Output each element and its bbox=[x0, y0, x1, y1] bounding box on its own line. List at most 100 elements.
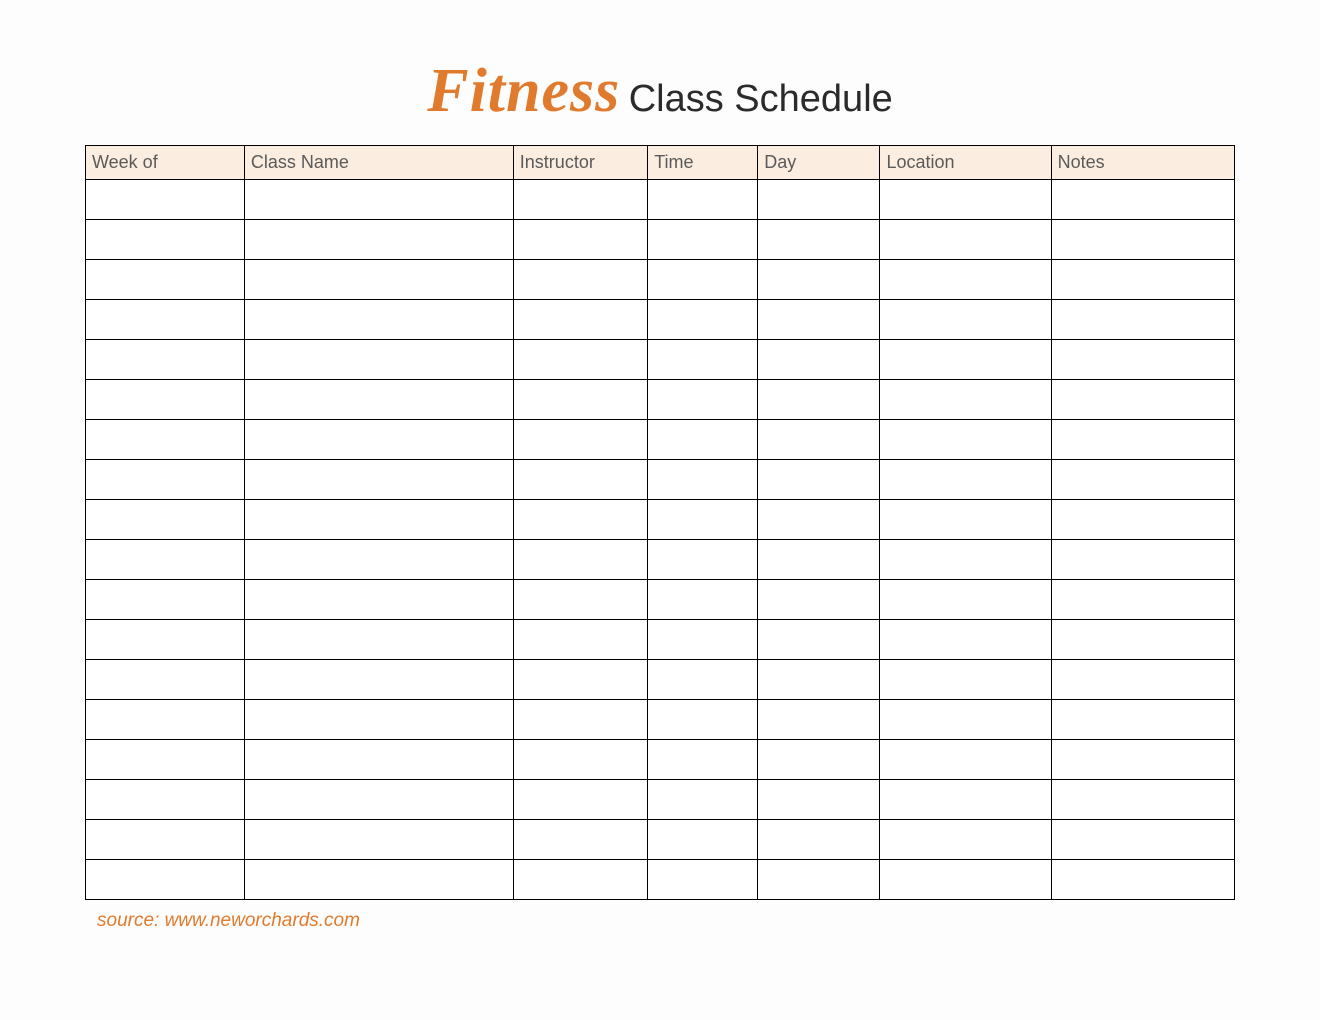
header-notes: Notes bbox=[1051, 146, 1234, 180]
title-accent: Fitness bbox=[427, 57, 620, 125]
cell-instructor bbox=[513, 700, 647, 740]
cell-location bbox=[880, 180, 1051, 220]
cell-class_name bbox=[244, 300, 513, 340]
cell-time bbox=[648, 780, 758, 820]
cell-location bbox=[880, 500, 1051, 540]
cell-day bbox=[758, 620, 880, 660]
cell-class_name bbox=[244, 780, 513, 820]
cell-week bbox=[86, 540, 245, 580]
cell-notes bbox=[1051, 380, 1234, 420]
cell-day bbox=[758, 540, 880, 580]
cell-week bbox=[86, 700, 245, 740]
table-row bbox=[86, 260, 1235, 300]
cell-location bbox=[880, 420, 1051, 460]
cell-day bbox=[758, 340, 880, 380]
cell-day bbox=[758, 740, 880, 780]
cell-class_name bbox=[244, 180, 513, 220]
cell-instructor bbox=[513, 780, 647, 820]
cell-notes bbox=[1051, 460, 1234, 500]
cell-week bbox=[86, 860, 245, 900]
schedule-table: Week of Class Name Instructor Time Day L… bbox=[85, 145, 1235, 900]
cell-day bbox=[758, 580, 880, 620]
cell-class_name bbox=[244, 620, 513, 660]
cell-instructor bbox=[513, 220, 647, 260]
cell-instructor bbox=[513, 420, 647, 460]
cell-day bbox=[758, 300, 880, 340]
cell-day bbox=[758, 180, 880, 220]
page-container: Fitness Class Schedule Week of Class Nam… bbox=[0, 0, 1320, 932]
cell-notes bbox=[1051, 500, 1234, 540]
header-time: Time bbox=[648, 146, 758, 180]
cell-time bbox=[648, 300, 758, 340]
cell-class_name bbox=[244, 260, 513, 300]
cell-notes bbox=[1051, 660, 1234, 700]
cell-time bbox=[648, 700, 758, 740]
cell-location bbox=[880, 780, 1051, 820]
cell-week bbox=[86, 420, 245, 460]
cell-location bbox=[880, 540, 1051, 580]
cell-location bbox=[880, 700, 1051, 740]
cell-week bbox=[86, 300, 245, 340]
cell-instructor bbox=[513, 740, 647, 780]
cell-class_name bbox=[244, 740, 513, 780]
cell-notes bbox=[1051, 180, 1234, 220]
cell-location bbox=[880, 220, 1051, 260]
cell-time bbox=[648, 540, 758, 580]
cell-instructor bbox=[513, 820, 647, 860]
cell-instructor bbox=[513, 180, 647, 220]
cell-time bbox=[648, 340, 758, 380]
cell-notes bbox=[1051, 580, 1234, 620]
cell-class_name bbox=[244, 220, 513, 260]
table-row bbox=[86, 460, 1235, 500]
cell-class_name bbox=[244, 860, 513, 900]
cell-notes bbox=[1051, 540, 1234, 580]
table-row bbox=[86, 300, 1235, 340]
cell-time bbox=[648, 660, 758, 700]
table-row bbox=[86, 540, 1235, 580]
cell-day bbox=[758, 780, 880, 820]
cell-day bbox=[758, 820, 880, 860]
source-text: source: www.neworchards.com bbox=[97, 910, 1235, 932]
table-row bbox=[86, 220, 1235, 260]
cell-week bbox=[86, 660, 245, 700]
cell-class_name bbox=[244, 660, 513, 700]
cell-class_name bbox=[244, 500, 513, 540]
cell-instructor bbox=[513, 300, 647, 340]
cell-time bbox=[648, 260, 758, 300]
cell-location bbox=[880, 660, 1051, 700]
cell-instructor bbox=[513, 620, 647, 660]
cell-week bbox=[86, 220, 245, 260]
cell-instructor bbox=[513, 460, 647, 500]
cell-location bbox=[880, 740, 1051, 780]
cell-location bbox=[880, 580, 1051, 620]
cell-instructor bbox=[513, 540, 647, 580]
cell-instructor bbox=[513, 260, 647, 300]
cell-day bbox=[758, 220, 880, 260]
cell-day bbox=[758, 380, 880, 420]
title-main: Class Schedule bbox=[629, 78, 893, 120]
header-week: Week of bbox=[86, 146, 245, 180]
table-row bbox=[86, 500, 1235, 540]
table-header-row: Week of Class Name Instructor Time Day L… bbox=[86, 146, 1235, 180]
cell-notes bbox=[1051, 860, 1234, 900]
cell-location bbox=[880, 620, 1051, 660]
table-row bbox=[86, 820, 1235, 860]
cell-day bbox=[758, 700, 880, 740]
cell-week bbox=[86, 500, 245, 540]
table-row bbox=[86, 740, 1235, 780]
table-row bbox=[86, 620, 1235, 660]
cell-class_name bbox=[244, 700, 513, 740]
cell-instructor bbox=[513, 340, 647, 380]
header-instructor: Instructor bbox=[513, 146, 647, 180]
cell-week bbox=[86, 620, 245, 660]
cell-instructor bbox=[513, 500, 647, 540]
cell-location bbox=[880, 460, 1051, 500]
cell-location bbox=[880, 260, 1051, 300]
cell-day bbox=[758, 500, 880, 540]
cell-day bbox=[758, 660, 880, 700]
cell-week bbox=[86, 780, 245, 820]
cell-class_name bbox=[244, 580, 513, 620]
cell-notes bbox=[1051, 220, 1234, 260]
table-row bbox=[86, 780, 1235, 820]
cell-time bbox=[648, 820, 758, 860]
